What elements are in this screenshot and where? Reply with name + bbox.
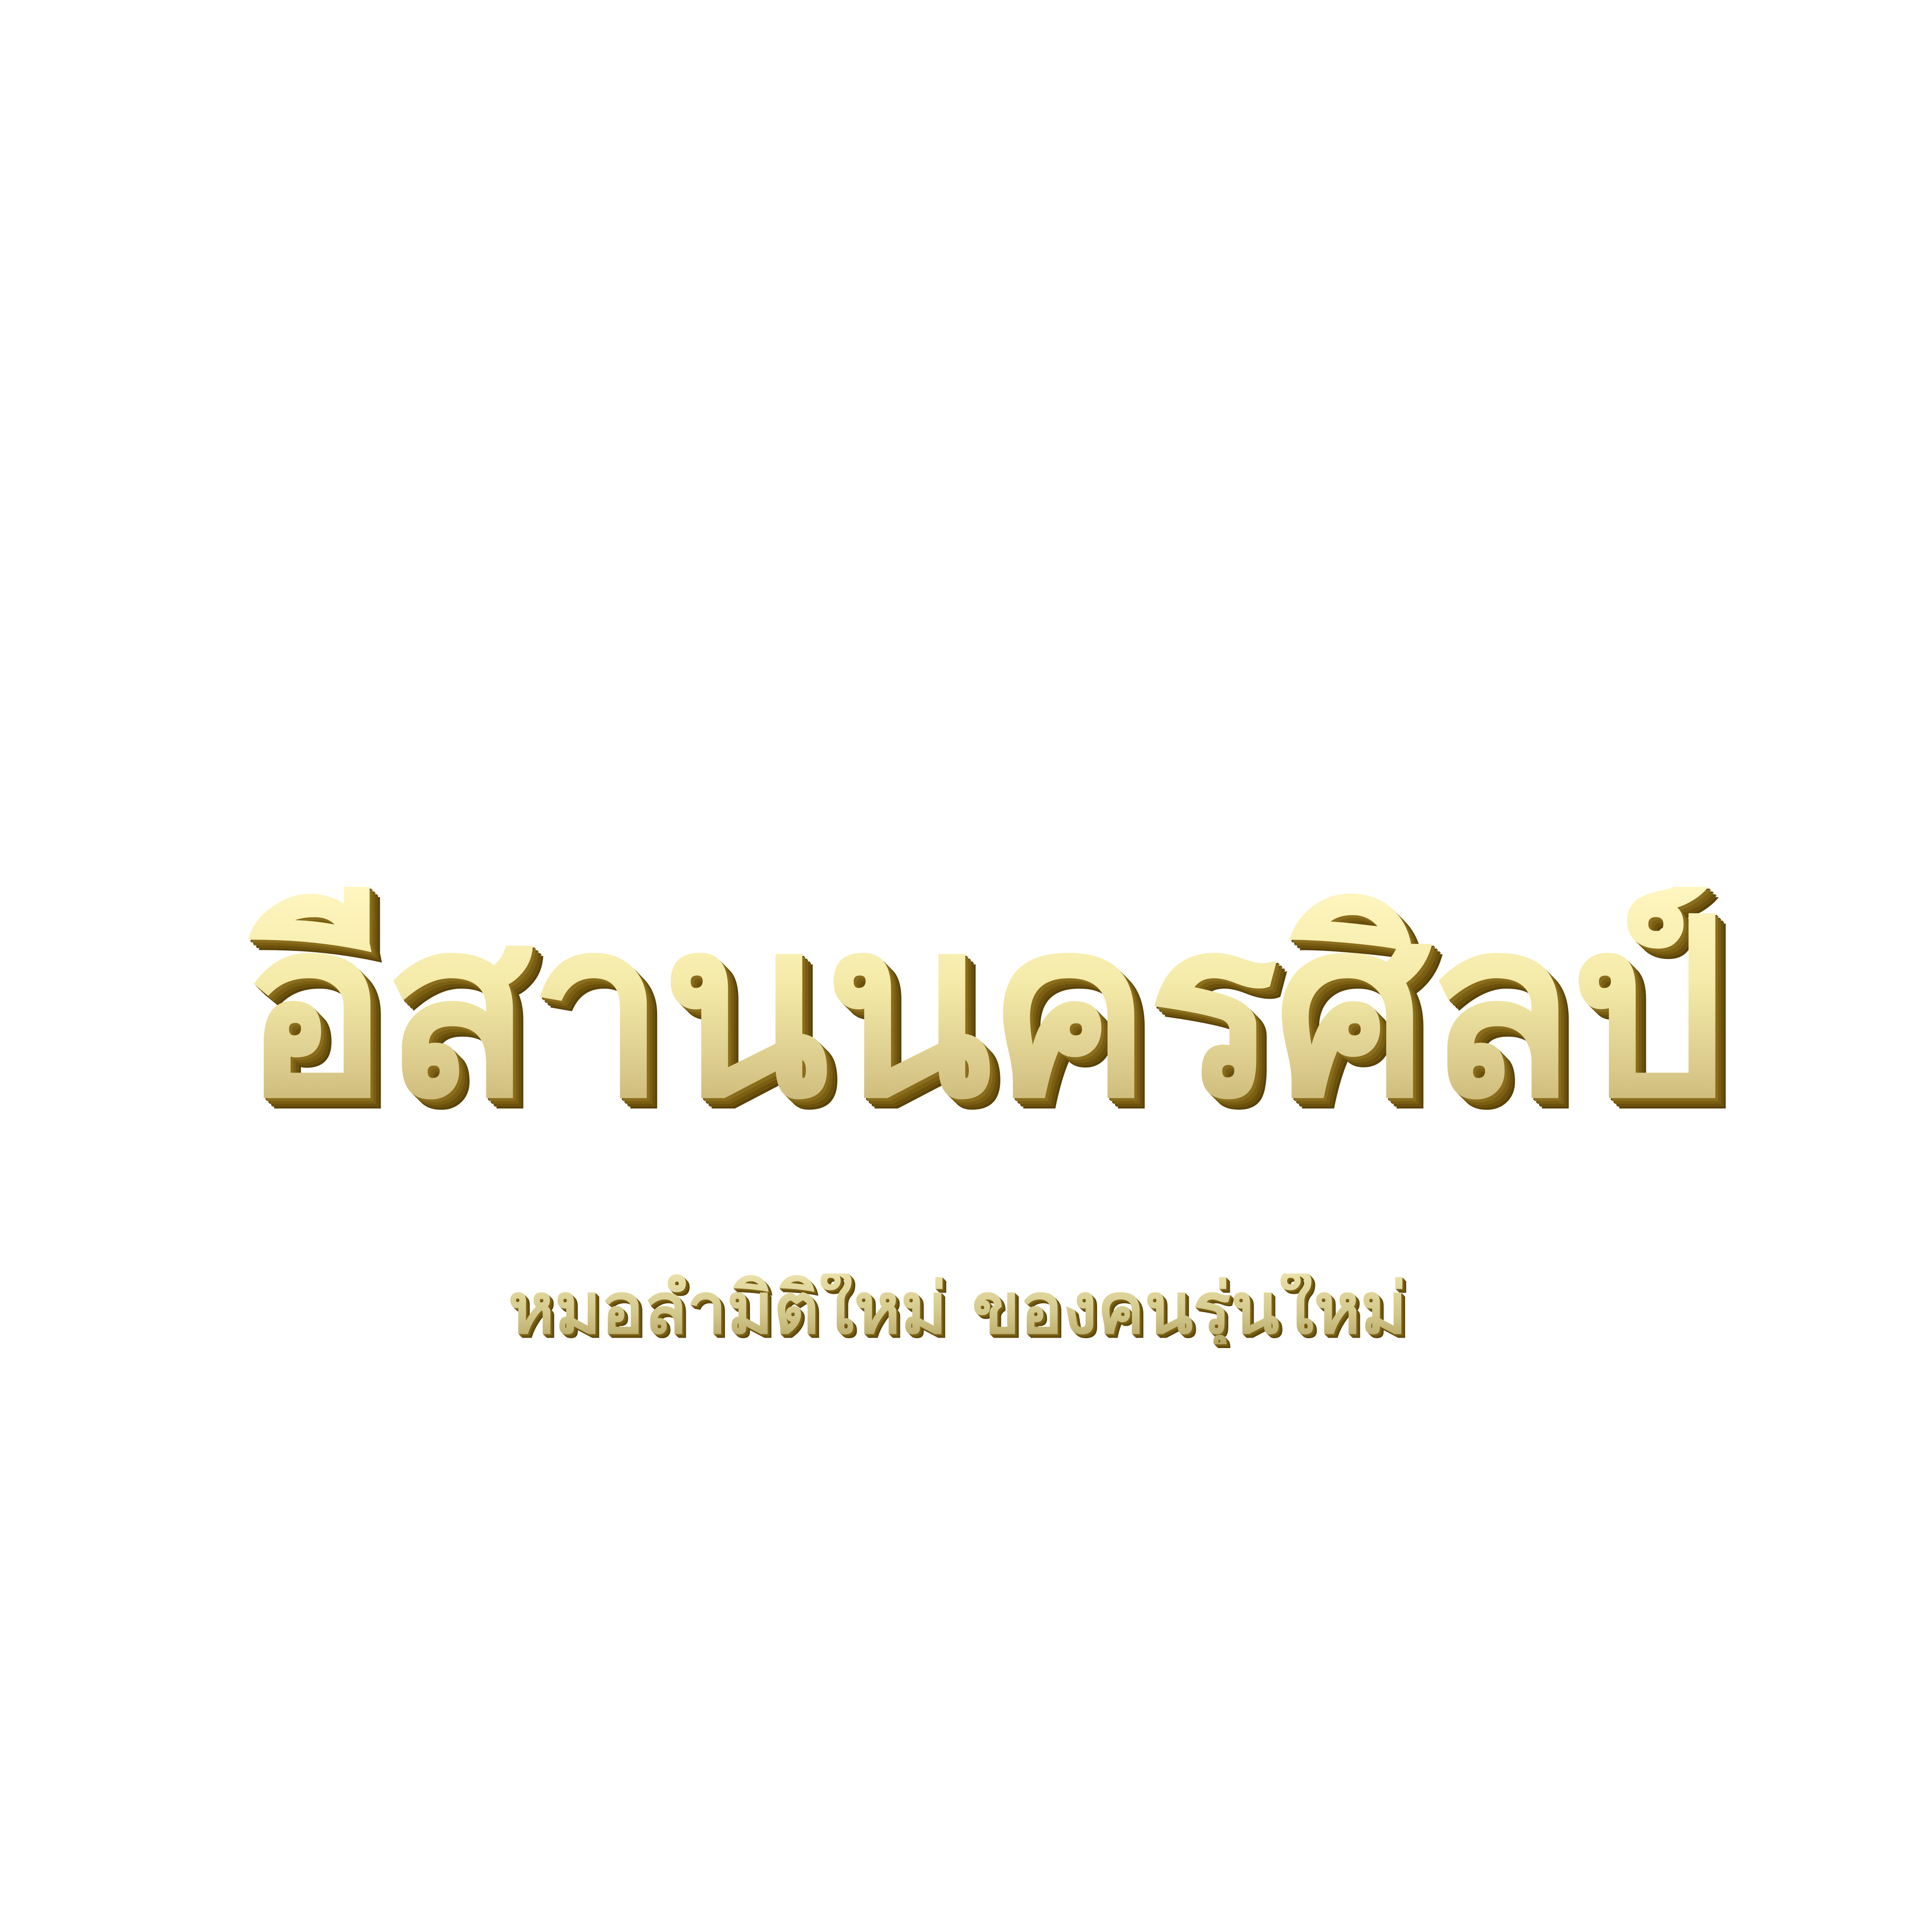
logo: อีสานนครศิลป์ หมอลำมิติใหม่ ของคนรุ่นใหม… — [0, 0, 1932, 1932]
logo-subtitle: หมอลำมิติใหม่ ของคนรุ่นใหม่ — [377, 1274, 1538, 1344]
logo-title: อีสานนครศิลป์ — [66, 887, 1896, 1132]
canvas: อีสานนครศิลป์ หมอลำมิติใหม่ ของคนรุ่นใหม… — [0, 0, 1932, 1932]
